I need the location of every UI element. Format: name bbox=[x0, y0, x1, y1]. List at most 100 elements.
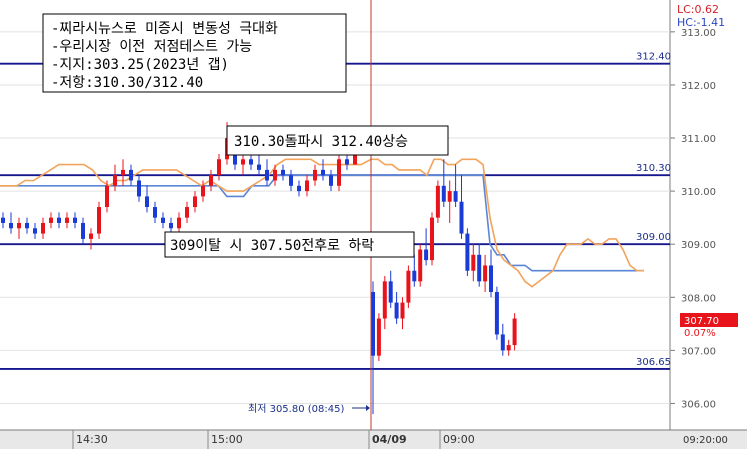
candle-body bbox=[153, 207, 157, 218]
candle-body bbox=[65, 217, 69, 223]
candle-body bbox=[113, 175, 117, 186]
note-line-4: -저항:310.30/312.40 bbox=[51, 75, 203, 91]
note-line-2: -우리시장 이전 저점테스트 가능 bbox=[51, 39, 252, 55]
breakdown-callout: 309이탈 시 307.50전후로 하락 bbox=[164, 231, 415, 258]
y-tick-label: 311.00 bbox=[681, 134, 716, 145]
candle-body bbox=[376, 318, 381, 356]
candle-body bbox=[265, 169, 269, 181]
candle-body bbox=[305, 180, 309, 192]
candle-body bbox=[489, 265, 493, 292]
candle-body bbox=[241, 159, 245, 165]
candle-body bbox=[394, 302, 399, 319]
candle-body bbox=[406, 270, 411, 303]
note-line-3: -지지:303.25(2023년 갭) bbox=[51, 57, 229, 73]
candle-body bbox=[512, 318, 517, 346]
candle-body bbox=[435, 185, 440, 218]
lc-label: LC:0.62 bbox=[677, 3, 719, 16]
candle-body bbox=[273, 169, 277, 181]
candle-body bbox=[297, 185, 301, 192]
candle-body bbox=[465, 233, 470, 271]
level-label: 312.40 bbox=[636, 52, 671, 63]
y-tick-label: 312.00 bbox=[681, 81, 716, 92]
level-label: 310.30 bbox=[636, 163, 671, 174]
candle-body bbox=[169, 222, 173, 229]
y-tick-label: 308.00 bbox=[681, 293, 716, 304]
candle-body bbox=[161, 217, 165, 223]
candle-body bbox=[506, 345, 511, 351]
time-label: 09:20:00 bbox=[683, 435, 728, 446]
current-change: 0.07% bbox=[684, 328, 716, 339]
candle-body bbox=[477, 254, 482, 282]
candle-body bbox=[382, 281, 387, 319]
candle-body bbox=[281, 169, 285, 176]
current-price: 307.70 bbox=[684, 316, 719, 327]
hc-label: HC:-1.41 bbox=[677, 16, 725, 29]
x-tick-label: 14:30 bbox=[76, 433, 108, 446]
candle-body bbox=[459, 201, 464, 234]
candle-body bbox=[57, 217, 61, 223]
candle-body bbox=[249, 159, 253, 165]
y-tick-label: 309.00 bbox=[681, 240, 716, 251]
x-tick-label: 15:00 bbox=[211, 433, 243, 446]
level-label: 309.00 bbox=[636, 232, 671, 243]
breakout-callout: 310.30돌파시 312.40상승 bbox=[226, 125, 449, 156]
notes-box: -찌라시뉴스로 미증시 변동성 극대화 -우리시장 이전 저점테스트 가능 -지… bbox=[42, 13, 347, 93]
candle-body bbox=[371, 291, 375, 356]
candle-body bbox=[9, 222, 13, 229]
candle-body bbox=[25, 222, 29, 229]
breakout-text: 310.30돌파시 312.40상승 bbox=[234, 134, 408, 150]
candle-body bbox=[424, 249, 429, 261]
candle-body bbox=[33, 228, 37, 234]
candle-body bbox=[471, 254, 476, 271]
candle-body bbox=[418, 249, 423, 282]
candle-body bbox=[137, 180, 141, 197]
candle-body bbox=[412, 270, 417, 282]
candle-body bbox=[41, 222, 45, 234]
candle-body bbox=[329, 175, 333, 186]
y-tick-label: 306.00 bbox=[681, 399, 716, 410]
candle-body bbox=[89, 233, 93, 239]
note-line-1: -찌라시뉴스로 미증시 변동성 극대화 bbox=[51, 21, 278, 37]
candle-body bbox=[185, 207, 189, 218]
candle-body bbox=[500, 334, 505, 351]
candle-body bbox=[145, 196, 149, 208]
x-tick-label: 04/09 bbox=[372, 433, 407, 446]
price-chart: 312.40 310.30 309.00 306.65 306.00 307.00 308… bbox=[0, 0, 747, 449]
candle-body bbox=[73, 217, 77, 223]
candle-body bbox=[494, 291, 499, 335]
y-tick-label: 307.00 bbox=[681, 346, 716, 357]
candle-body bbox=[453, 191, 458, 202]
level-label: 306.65 bbox=[636, 357, 671, 368]
candle-body bbox=[483, 265, 488, 282]
low-annotation: 최저 305.80 (08:45) bbox=[248, 403, 344, 415]
candle-body bbox=[121, 169, 125, 176]
candle-body bbox=[209, 175, 213, 186]
candle-body bbox=[201, 185, 205, 197]
x-tick-label: 09:00 bbox=[443, 433, 475, 446]
candle-body bbox=[430, 217, 434, 261]
candle-body bbox=[217, 159, 221, 176]
candle-body bbox=[49, 217, 53, 223]
candle-body bbox=[447, 191, 452, 202]
candle-body bbox=[400, 302, 405, 319]
candle-body bbox=[17, 222, 21, 229]
candle-body bbox=[97, 207, 101, 234]
breakdown-text: 309이탈 시 307.50전후로 하락 bbox=[170, 238, 374, 254]
candle-body bbox=[441, 185, 446, 202]
candle-body bbox=[129, 169, 133, 181]
candle-body bbox=[289, 175, 293, 186]
candle-body bbox=[345, 159, 349, 165]
candle-body bbox=[337, 159, 341, 186]
candle-body bbox=[105, 185, 109, 208]
y-axis-panel bbox=[670, 0, 747, 430]
y-tick-label: 313.00 bbox=[681, 28, 716, 39]
candle-body bbox=[388, 281, 393, 303]
candle-body bbox=[321, 169, 325, 176]
candle-body bbox=[81, 222, 85, 239]
candle-body bbox=[1, 217, 5, 223]
candle-body bbox=[257, 164, 261, 170]
candle-body bbox=[177, 217, 181, 229]
candle-body bbox=[313, 169, 317, 181]
y-tick-label: 310.00 bbox=[681, 187, 716, 198]
chart-window: 312.40 310.30 309.00 306.65 306.00 307.00 308… bbox=[0, 0, 747, 449]
